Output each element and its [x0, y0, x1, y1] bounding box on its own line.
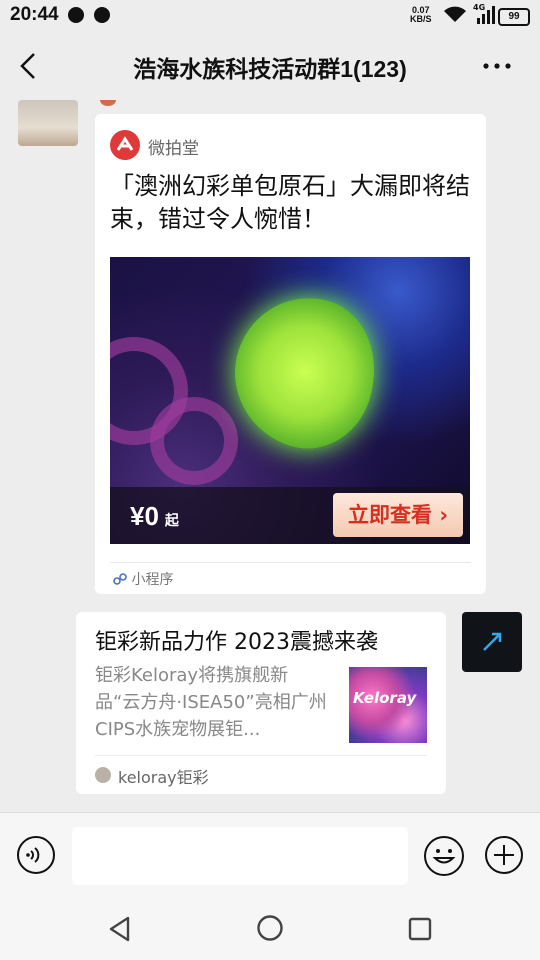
link-card-thumbnail: Keloray [349, 667, 427, 743]
network-speed: 0.07 KB/S [410, 6, 432, 24]
chat-header: 浩海水族科技活动群1(123) [0, 32, 540, 100]
mini-program-icon [113, 573, 127, 585]
link-card[interactable]: 钜彩新品力作 2023震撼来袭 钜彩Keloray将携旗舰新品“云方舟·ISEA… [76, 612, 446, 794]
wechat-icon [68, 7, 84, 23]
nav-recent-icon[interactable] [406, 915, 434, 943]
mini-program-tag: 小程序 [113, 569, 173, 589]
chat-title: 浩海水族科技活动群1(123) [133, 56, 407, 82]
emoji-icon[interactable] [423, 835, 465, 877]
message-input[interactable] [72, 827, 408, 885]
battery-icon: 99 [498, 8, 530, 26]
mini-program-title: 「澳洲幻彩单包原石」大漏即将结束，错过令人惋惜！ [110, 172, 470, 233]
coral-image: ¥0 起 立即查看 › [110, 257, 470, 544]
price-suffix: 起 [164, 512, 179, 528]
divider [95, 755, 427, 756]
battery-level: 99 [508, 11, 520, 22]
view-now-button[interactable]: 立即查看 › [333, 493, 463, 537]
link-card-description: 钜彩Keloray将携旗舰新品“云方舟·ISEA50”亮相广州CIPS水族宠物展… [95, 665, 327, 740]
nav-back-icon[interactable] [106, 915, 134, 943]
chat-area[interactable]: 微拍堂 「澳洲幻彩单包原石」大漏即将结束，错过令人惋惜！ ¥0 起 立即查看 › … [0, 100, 540, 812]
voice-icon[interactable] [16, 835, 56, 875]
avatar[interactable] [18, 100, 78, 146]
chat-bubble-icon [94, 7, 110, 23]
coral [215, 279, 395, 465]
more-icon[interactable] [482, 56, 512, 76]
price-value: ¥0 [130, 501, 159, 531]
mini-program-card[interactable]: 微拍堂 「澳洲幻彩单包原石」大漏即将结束，错过令人惋惜！ ¥0 起 立即查看 › … [95, 114, 486, 594]
status-bar: 20:44 0.07 KB/S 4G 99 [0, 0, 540, 32]
mini-program-name: 微拍堂 [148, 139, 199, 159]
link-card-title: 钜彩新品力作 2023震撼来袭 [95, 630, 378, 655]
mini-program-type-label: 小程序 [131, 572, 174, 588]
view-now-label: 立即查看 [348, 503, 433, 527]
system-nav-bar [0, 900, 540, 960]
status-time: 20:44 [10, 4, 59, 25]
link-card-source: keloray钜彩 [118, 768, 209, 787]
nav-home-icon[interactable] [256, 914, 284, 942]
avatar[interactable] [462, 612, 522, 672]
input-bar [0, 812, 540, 901]
wifi-icon [444, 6, 466, 22]
plus-icon[interactable] [484, 835, 524, 875]
mini-program-logo-icon [110, 130, 140, 160]
price: ¥0 起 [130, 501, 179, 532]
avatar [100, 100, 116, 106]
divider [110, 562, 471, 563]
thumb-text: Keloray [353, 689, 417, 707]
source-avatar-icon [95, 767, 111, 783]
net-speed-unit: KB/S [410, 14, 432, 24]
price-bar: ¥0 起 立即查看 › [110, 487, 470, 544]
